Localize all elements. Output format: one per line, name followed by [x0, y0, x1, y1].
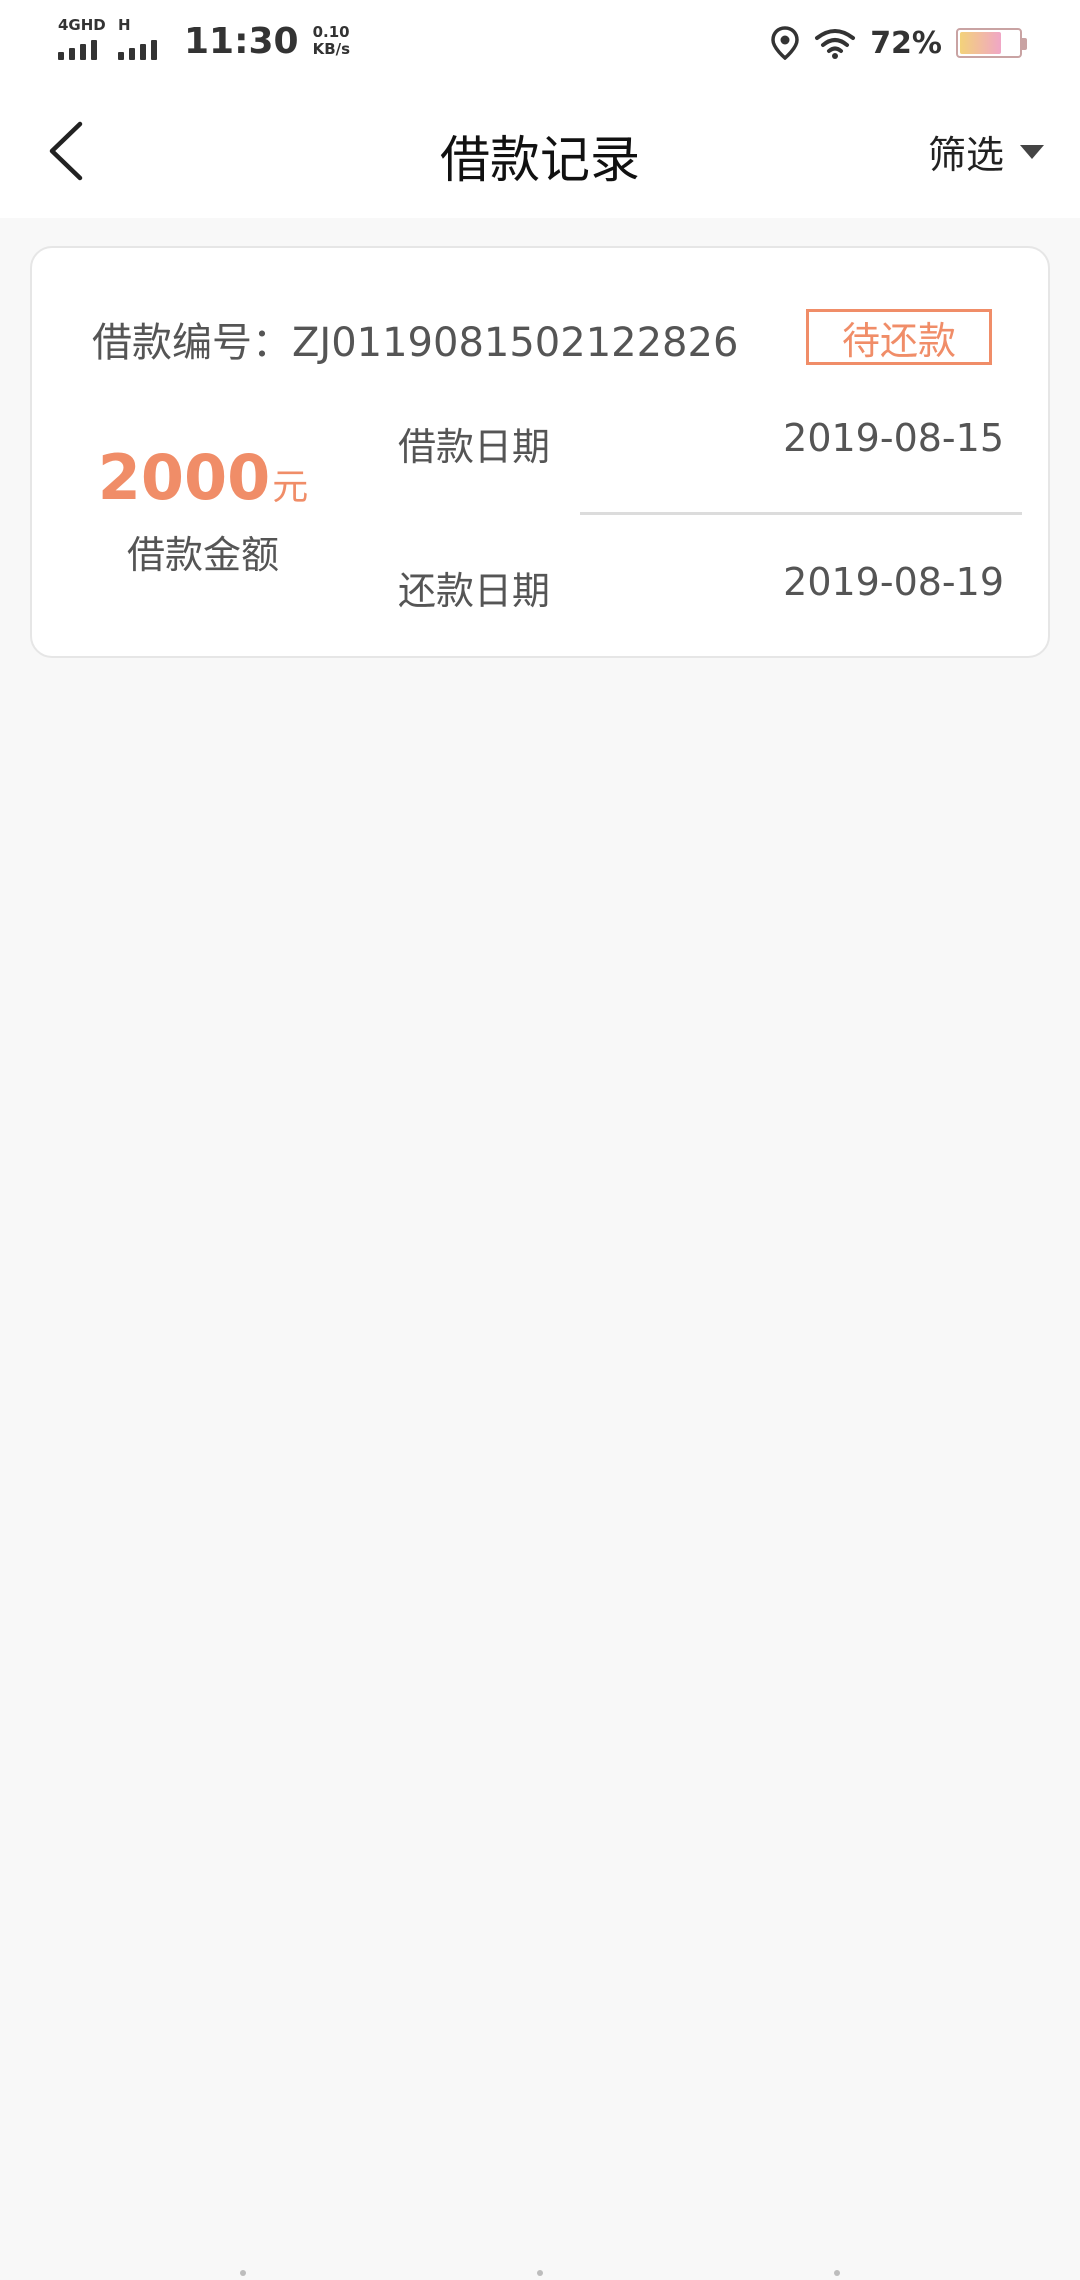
filter-button[interactable]: 筛选: [928, 124, 1044, 179]
gesture-dot: [537, 2270, 543, 2276]
loan-amount-unit: 元: [272, 467, 309, 508]
filter-label: 筛选: [927, 133, 1004, 177]
battery-icon: [956, 28, 1027, 58]
loan-amount-label: 借款金额: [126, 533, 279, 577]
loan-record-card[interactable]: 借款编号：ZJ0119081502122826 待还款 2000元 借款金额 借…: [30, 246, 1050, 658]
caret-down-icon: [1020, 144, 1044, 159]
status-bar: 4GHD H 11:30 0.10 KB/s 72%: [0, 0, 1080, 86]
loan-number-value: ZJ0119081502122826: [292, 320, 739, 366]
status-bar-left: 4GHD H 11:30 0.10 KB/s: [58, 16, 350, 66]
signal-icon-sim1: 4GHD: [58, 16, 106, 64]
signal-icon-sim2: H: [118, 18, 164, 64]
loan-number-label: 借款编号：: [92, 320, 292, 366]
status-bar-right: 72%: [770, 18, 1027, 68]
loan-amount: 2000元: [92, 446, 314, 520]
loan-number: 借款编号：ZJ0119081502122826: [92, 310, 738, 368]
network-type-2: H: [118, 16, 131, 34]
network-speed-value: 0.10: [312, 23, 350, 41]
network-type-1: 4GHD: [58, 16, 106, 34]
gesture-bar-dots: [0, 2268, 1080, 2280]
network-speed: 0.10 KB/s: [313, 24, 350, 58]
status-badge: 待还款: [806, 309, 992, 365]
loan-amount-block: 2000元 借款金额: [92, 446, 314, 579]
network-speed-unit: KB/s: [312, 40, 351, 58]
navigation-bar: 借款记录 筛选: [0, 86, 1080, 218]
divider: [580, 512, 1022, 515]
loan-amount-value: 2000: [97, 441, 271, 514]
clock: 11:30: [184, 20, 299, 62]
gesture-dot: [240, 2270, 246, 2276]
loan-date-value: 2019-08-15: [783, 416, 1004, 460]
loan-date-label: 借款日期: [398, 425, 551, 469]
gesture-dot: [834, 2270, 840, 2276]
battery-percent: 72%: [870, 25, 942, 61]
repay-date-label: 还款日期: [398, 569, 551, 613]
repay-date-value: 2019-08-19: [783, 560, 1004, 604]
wifi-icon: [815, 29, 856, 59]
location-icon: [771, 26, 799, 60]
page-title: 借款记录: [440, 131, 640, 189]
